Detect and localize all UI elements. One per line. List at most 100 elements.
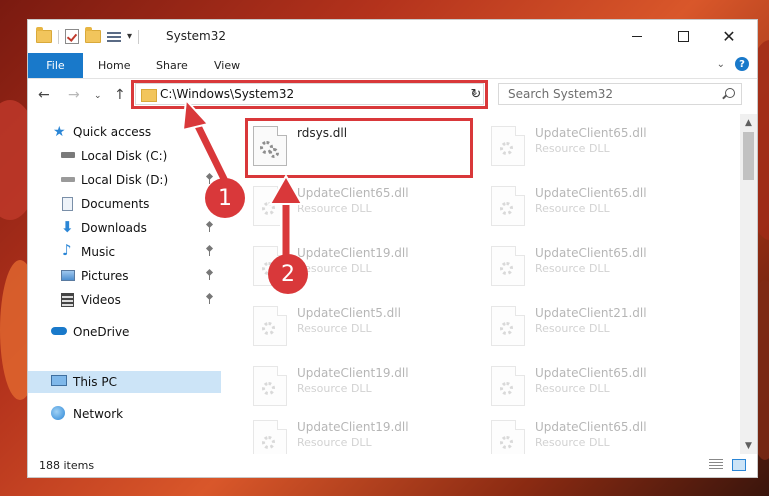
sidebar-item-onedrive[interactable]: OneDrive <box>28 321 221 343</box>
tab-file[interactable]: File <box>28 53 83 78</box>
file-item[interactable]: UpdateClient19.dll Resource DLL <box>245 360 475 410</box>
item-count: 188 items <box>39 459 95 472</box>
file-item[interactable]: UpdateClient21.dll Resource DLL <box>483 300 713 350</box>
sidebar-item-local-disk-c[interactable]: Local Disk (C:) <box>28 145 221 167</box>
pin-icon[interactable] <box>206 294 212 304</box>
toolbar-dropdown-icon[interactable]: ▾ <box>127 31 132 42</box>
title-bar: ▾ System32 ✕ <box>28 20 757 53</box>
dll-file-icon <box>491 306 525 346</box>
music-icon: ♪ <box>62 241 72 259</box>
sidebar-item-label: This PC <box>73 375 117 389</box>
expand-ribbon-icon[interactable]: ⌄ <box>717 59 725 70</box>
sidebar-item-videos[interactable]: Videos <box>28 289 221 311</box>
file-item[interactable]: UpdateClient65.dll Resource DLL <box>483 180 713 230</box>
close-button[interactable]: ✕ <box>706 20 752 53</box>
drive-icon <box>61 152 75 158</box>
sidebar-item-music[interactable]: ♪ Music <box>28 241 221 263</box>
file-type: Resource DLL <box>297 202 372 215</box>
recent-locations-icon[interactable]: ⌄ <box>94 91 102 101</box>
sidebar-item-label: Videos <box>81 293 121 307</box>
network-icon <box>51 406 65 420</box>
file-item[interactable]: UpdateClient65.dll Resource DLL <box>483 240 713 290</box>
status-bar: 188 items <box>28 454 757 477</box>
up-arrow-icon[interactable]: ↑ <box>114 87 126 103</box>
file-type: Resource DLL <box>297 322 372 335</box>
sidebar-item-label: OneDrive <box>73 325 130 339</box>
gear-icon <box>500 436 513 449</box>
dll-file-icon <box>253 366 287 406</box>
scroll-thumb[interactable] <box>743 132 754 180</box>
minimize-button[interactable] <box>614 20 660 53</box>
quick-access-toolbar: ▾ <box>36 27 140 44</box>
dll-file-icon <box>491 126 525 166</box>
file-type: Resource DLL <box>535 142 610 155</box>
tab-home[interactable]: Home <box>98 53 130 78</box>
search-placeholder[interactable]: Search System32 <box>508 87 613 101</box>
file-item[interactable]: UpdateClient65.dll Resource DLL <box>245 180 475 230</box>
sidebar-item-label: Downloads <box>81 221 147 235</box>
tab-view[interactable]: View <box>214 53 240 78</box>
file-name: UpdateClient21.dll <box>535 306 647 320</box>
file-type: Resource DLL <box>535 202 610 215</box>
gear-icon <box>262 202 275 215</box>
pin-icon[interactable] <box>206 270 212 280</box>
file-type: Resource DLL <box>535 382 610 395</box>
back-arrow-icon[interactable]: ← <box>38 87 50 103</box>
maximize-button[interactable] <box>660 20 706 53</box>
maximize-icon <box>677 31 689 42</box>
sidebar-item-local-disk-d[interactable]: Local Disk (D:) <box>28 169 221 191</box>
search-box[interactable]: Search System32 <box>498 83 742 105</box>
details-view-icon[interactable] <box>709 459 723 471</box>
file-type: Resource DLL <box>535 436 610 449</box>
search-icon[interactable] <box>725 88 735 98</box>
scroll-down-icon[interactable]: ▼ <box>740 437 757 454</box>
file-item[interactable]: UpdateClient19.dll Resource DLL <box>245 414 475 454</box>
properties-check-icon[interactable] <box>65 29 79 44</box>
pin-icon[interactable] <box>206 222 212 232</box>
gear-icon <box>262 436 275 449</box>
forward-arrow-icon[interactable]: → <box>68 87 80 103</box>
sidebar-item-downloads[interactable]: ⬇ Downloads <box>28 217 221 239</box>
file-name: UpdateClient65.dll <box>535 246 647 260</box>
file-name: UpdateClient65.dll <box>297 186 409 200</box>
tab-share[interactable]: Share <box>156 53 188 78</box>
sidebar-item-this-pc[interactable]: This PC <box>28 371 221 393</box>
dll-file-icon <box>253 306 287 346</box>
vertical-scrollbar[interactable]: ▲ ▼ <box>740 114 757 454</box>
sidebar-item-network[interactable]: Network <box>28 403 221 425</box>
address-bar-highlight <box>131 80 488 109</box>
window-title: System32 <box>166 29 227 43</box>
gear-icon <box>500 262 513 275</box>
file-name: UpdateClient19.dll <box>297 420 409 434</box>
file-name: UpdateClient65.dll <box>535 420 647 434</box>
close-icon: ✕ <box>722 26 736 46</box>
ribbon-tabs: File Home Share View ⌄ ? <box>28 53 757 79</box>
minimize-icon <box>632 36 642 37</box>
folder-icon[interactable] <box>36 27 52 43</box>
callout-number-2: 2 <box>268 254 308 294</box>
gear-icon <box>500 202 513 215</box>
sidebar-item-pictures[interactable]: Pictures <box>28 265 221 287</box>
pin-icon[interactable] <box>206 246 212 256</box>
file-item[interactable]: UpdateClient65.dll Resource DLL <box>483 414 713 454</box>
large-icons-view-icon[interactable] <box>732 459 746 471</box>
file-type: Resource DLL <box>535 262 610 275</box>
sidebar-item-quick-access[interactable]: ★ Quick access <box>28 121 221 143</box>
sidebar-item-label: Quick access <box>73 125 152 139</box>
file-item[interactable]: UpdateClient65.dll Resource DLL <box>483 120 713 170</box>
customize-toolbar-icon[interactable] <box>107 31 121 43</box>
gear-icon <box>500 142 513 155</box>
help-icon[interactable]: ? <box>735 57 749 71</box>
dll-file-icon <box>491 366 525 406</box>
star-icon: ★ <box>53 124 66 140</box>
toolbar-divider <box>138 29 140 44</box>
sidebar-item-label: Pictures <box>81 269 129 283</box>
scroll-up-icon[interactable]: ▲ <box>740 114 757 131</box>
file-name: UpdateClient19.dll <box>297 246 409 260</box>
file-item[interactable]: UpdateClient5.dll Resource DLL <box>245 300 475 350</box>
sidebar-item-documents[interactable]: Documents <box>28 193 221 215</box>
file-item[interactable]: UpdateClient65.dll Resource DLL <box>483 360 713 410</box>
ribbon-controls: ⌄ ? <box>717 57 749 71</box>
new-folder-icon[interactable] <box>85 27 101 43</box>
downloads-icon: ⬇ <box>61 218 74 236</box>
